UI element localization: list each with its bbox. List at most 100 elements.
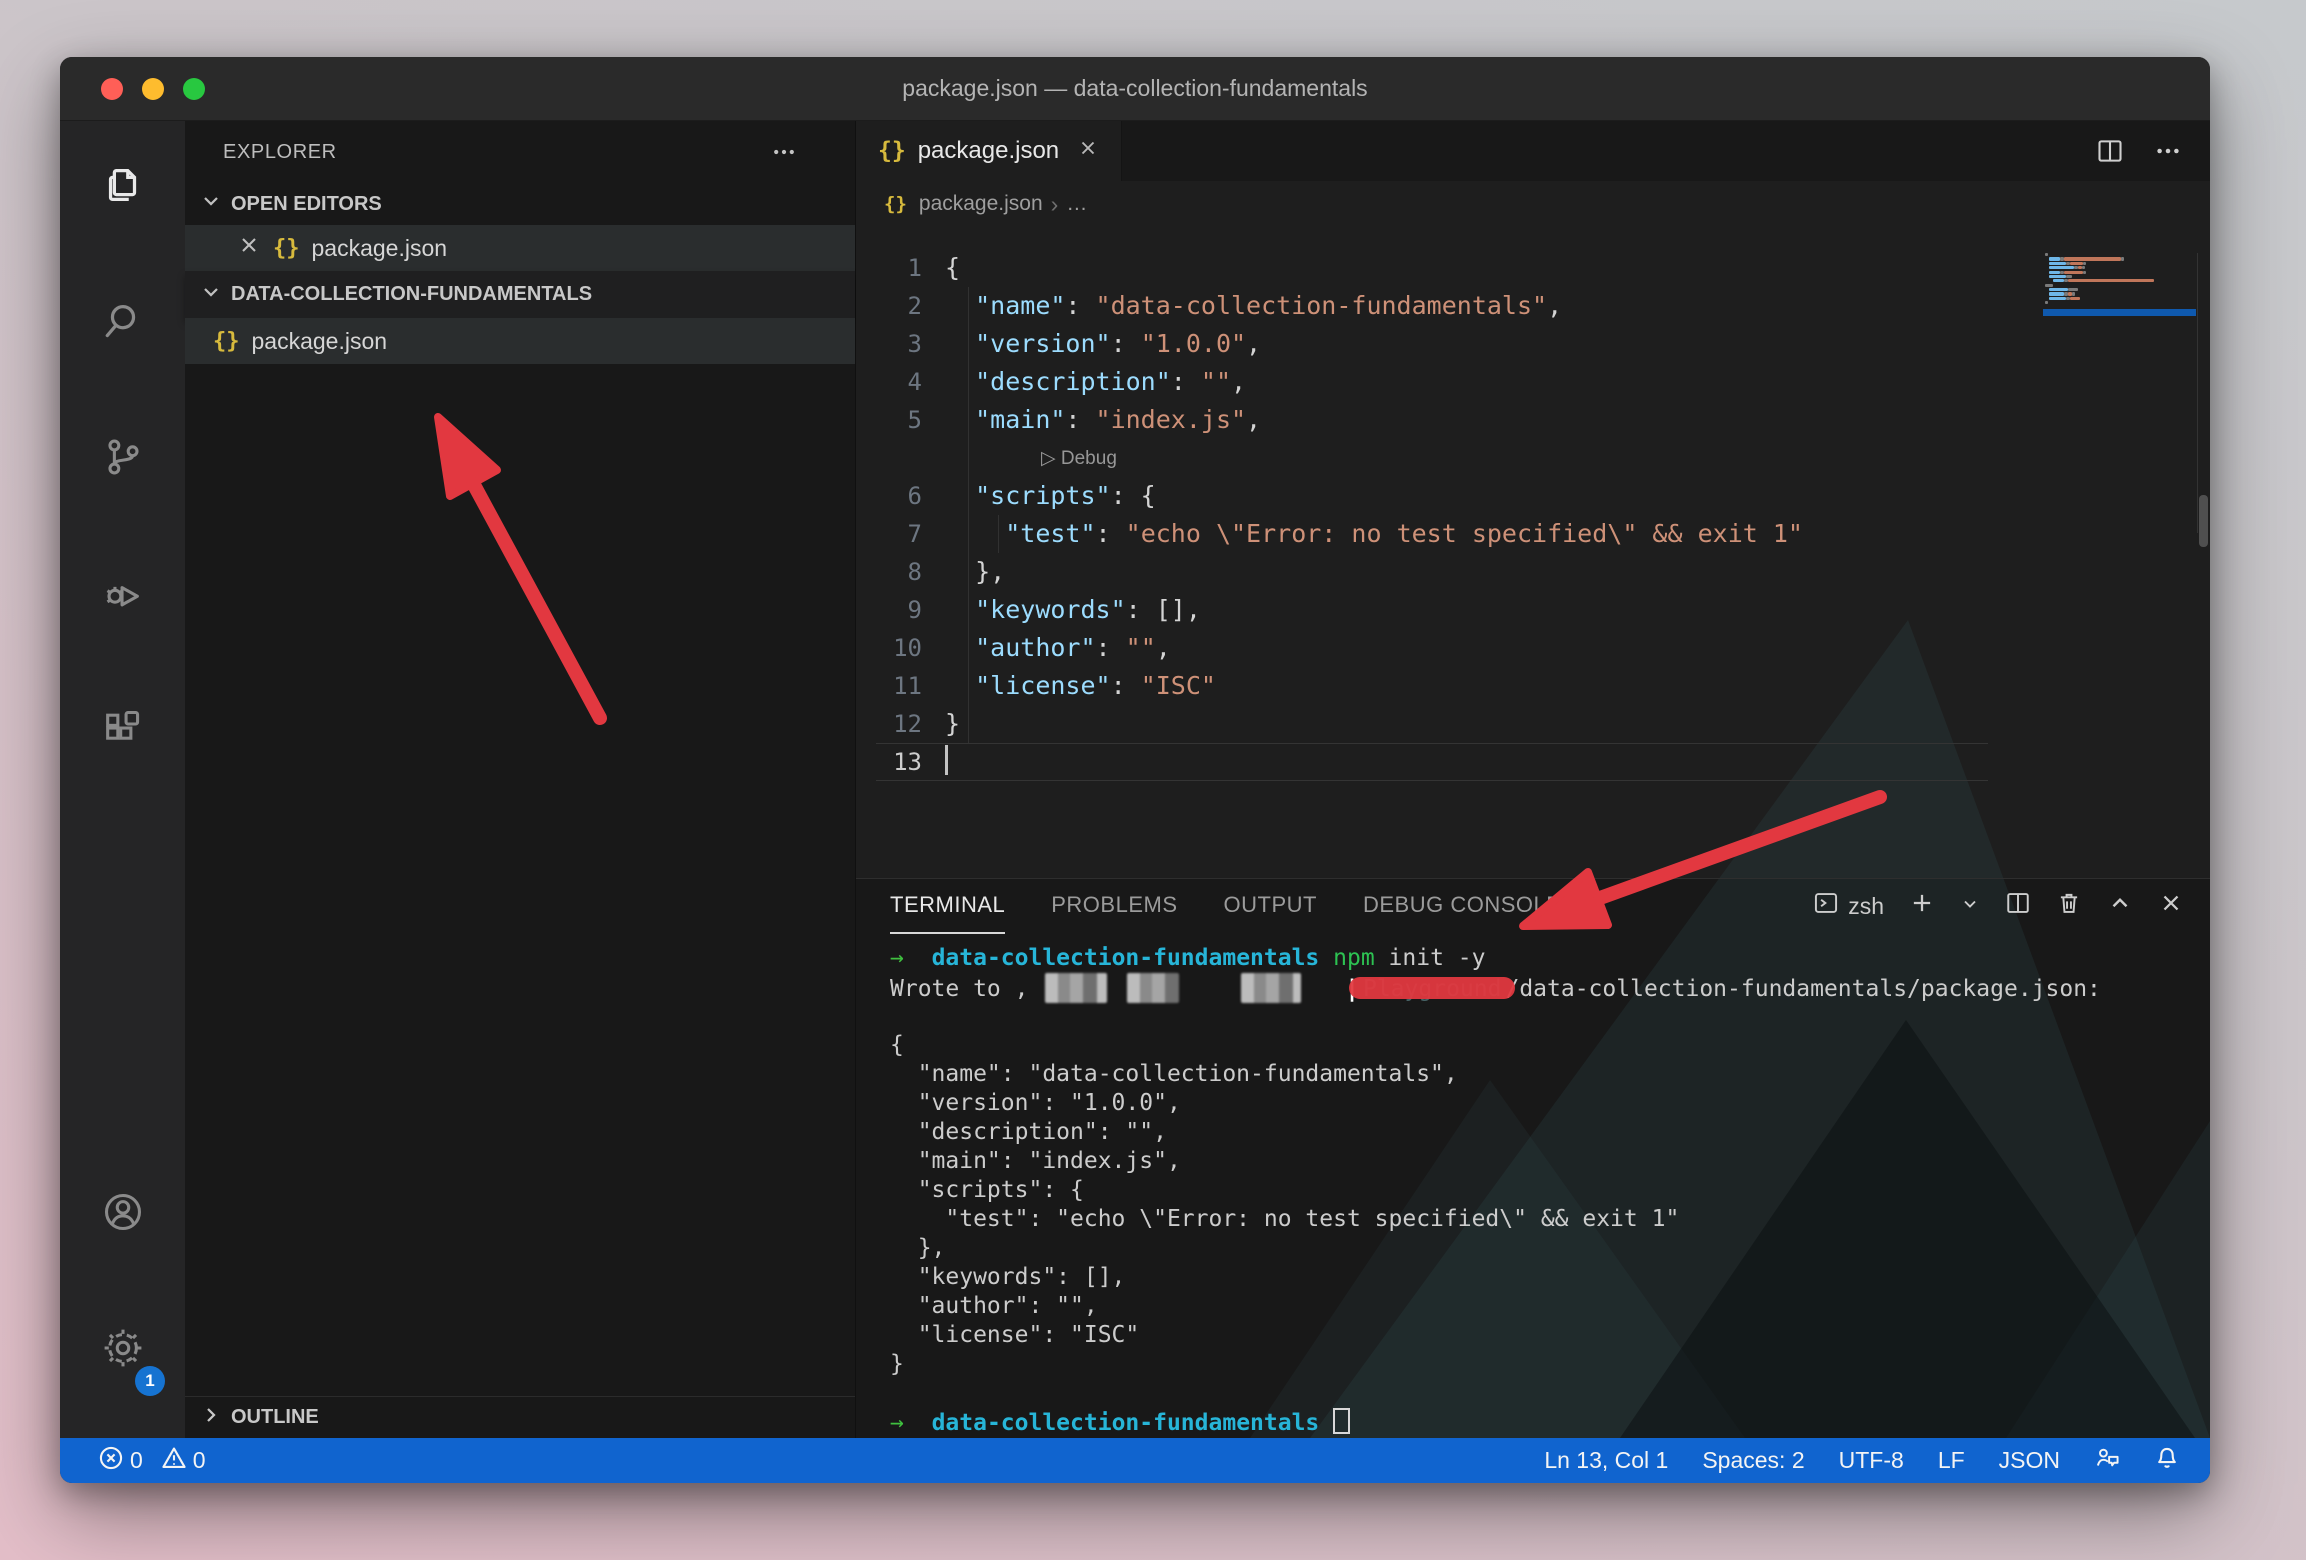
terminal-line: "main": "index.js", (890, 1147, 2210, 1176)
codelens-debug-action[interactable]: ▷ Debug (1041, 439, 1117, 477)
window-titlebar[interactable]: package.json — data-collection-fundament… (60, 57, 2210, 121)
code-line-2[interactable]: 2 "name": "data-collection-fundamentals"… (856, 287, 2210, 325)
breadcrumb-more[interactable]: … (1066, 192, 1087, 216)
status-label: Ln 13, Col 1 (1544, 1447, 1668, 1474)
activity-item-settings[interactable]: 1 (60, 1302, 185, 1398)
terminal-line: } (890, 1350, 2210, 1379)
terminal-line (890, 1379, 2210, 1408)
code-editor[interactable]: 1{2 "name": "data-collection-fundamental… (856, 227, 2210, 878)
code-line-11[interactable]: 11 "license": "ISC" (856, 667, 2210, 705)
terminal-line (890, 1002, 2210, 1031)
file-item-label: package.json (252, 328, 388, 355)
status-feedback[interactable] (2094, 1445, 2120, 1477)
activity-item-extensions[interactable] (60, 683, 185, 779)
new-terminal[interactable] (1909, 890, 1935, 922)
json-file-icon: {} (213, 329, 240, 354)
terminal-line: "name": "data-collection-fundamentals", (890, 1060, 2210, 1089)
activity-item-explorer[interactable] (60, 139, 185, 235)
tab-package-json[interactable]: {} package.json (856, 121, 1122, 181)
close-editor-icon[interactable] (237, 233, 263, 263)
minimap-line (2045, 279, 2195, 282)
code-text: } (945, 705, 960, 743)
code-text: "keywords": [], (945, 591, 1201, 629)
open-editors-header[interactable]: OPEN EDITORS (185, 183, 855, 225)
code-line-3[interactable]: 3 "version": "1.0.0", (856, 325, 2210, 363)
maximize-panel[interactable] (2107, 890, 2133, 922)
close-panel[interactable] (2158, 890, 2184, 922)
activity-item-source-control[interactable] (60, 411, 185, 507)
status-indentation[interactable]: Spaces: 2 (1702, 1447, 1804, 1474)
open-editor-item-package-json[interactable]: {} package.json (185, 225, 855, 271)
breadcrumb-separator: › (1051, 191, 1059, 218)
indent-guide (998, 515, 999, 553)
shell-label: zsh (1848, 893, 1884, 920)
activity-item-search[interactable] (60, 275, 185, 371)
panel-tab-output[interactable]: OUTPUT (1224, 878, 1317, 934)
code-line-13[interactable]: 13 (856, 743, 2210, 781)
minimap-line (2045, 257, 2195, 260)
json-file-icon: {} (884, 193, 907, 215)
close-icon (2158, 890, 2184, 922)
redaction-bar (1349, 977, 1515, 999)
scm-icon (100, 434, 146, 485)
split-editor-icon[interactable] (2096, 137, 2124, 165)
launch-profile[interactable] (1960, 893, 1980, 920)
minimap-line (2045, 292, 2195, 295)
code-line-5[interactable]: 5 "main": "index.js", (856, 401, 2210, 439)
panel-divider[interactable] (856, 878, 2210, 879)
line-number: 2 (856, 287, 922, 325)
code-text: "author": "", (945, 629, 1171, 667)
activity-item-accounts[interactable] (60, 1166, 185, 1262)
minimap-line (2045, 288, 2195, 291)
panel-header: TERMINAL PROBLEMS OUTPUT DEBUG CONSOLE zsh (856, 878, 2210, 934)
split-terminal[interactable] (2005, 890, 2031, 922)
kill-terminal[interactable] (2056, 890, 2082, 922)
minimap-line (2045, 275, 2195, 278)
close-tab-icon[interactable] (1077, 137, 1099, 166)
code-line-12[interactable]: 12} (856, 705, 2210, 743)
panel-tab-problems[interactable]: PROBLEMS (1051, 878, 1177, 934)
status-language-mode[interactable]: JSON (1999, 1447, 2060, 1474)
status-label: UTF-8 (1839, 1447, 1904, 1474)
search-icon (100, 298, 146, 349)
more-actions-icon[interactable] (2154, 137, 2182, 165)
status-eol[interactable]: LF (1938, 1447, 1965, 1474)
editor-scrollbar-thumb[interactable] (2199, 495, 2208, 547)
breadcrumb[interactable]: {} package.json › … (856, 181, 2210, 227)
status-label: Spaces: 2 (1702, 1447, 1804, 1474)
settings-badge: 1 (135, 1366, 165, 1396)
minimap[interactable] (2045, 253, 2195, 310)
more-actions-icon[interactable] (771, 139, 797, 165)
code-line-10[interactable]: 10 "author": "", (856, 629, 2210, 667)
minimap-line (2045, 284, 2195, 287)
folder-section-header[interactable]: DATA-COLLECTION-FUNDAMENTALS (185, 271, 855, 318)
terminal-icon (1813, 890, 1839, 922)
status-encoding[interactable]: UTF-8 (1839, 1447, 1904, 1474)
activity-item-run-and-debug[interactable] (60, 547, 185, 643)
terminal[interactable]: → data-collection-fundamentals npm init … (856, 934, 2210, 1437)
terminal-line: { (890, 1031, 2210, 1060)
panel-tab-terminal[interactable]: TERMINAL (890, 878, 1005, 934)
bottom-panel: TERMINALPROBLEMSOUTPUTDEBUG CONSOLE zsh … (856, 878, 2210, 1438)
shell-indicator[interactable]: zsh (1813, 890, 1884, 922)
code-line-1[interactable]: 1{ (856, 249, 2210, 287)
code-text: "version": "1.0.0", (945, 325, 1261, 363)
code-text: }, (945, 553, 1005, 591)
outline-section-header[interactable]: OUTLINE (185, 1396, 855, 1438)
panel-tab-debug-console[interactable]: DEBUG CONSOLE (1363, 878, 1561, 934)
status-notifications[interactable] (2154, 1445, 2180, 1477)
status-cursor-position[interactable]: Ln 13, Col 1 (1544, 1447, 1668, 1474)
outline-label: OUTLINE (231, 1406, 319, 1429)
code-line-8[interactable]: 8 }, (856, 553, 2210, 591)
file-item-package-json[interactable]: {} package.json (185, 318, 855, 364)
code-line-6[interactable]: 6 "scripts": { (856, 477, 2210, 515)
line-number: 3 (856, 325, 922, 363)
current-line-border (876, 743, 1988, 781)
code-line-4[interactable]: 4 "description": "", (856, 363, 2210, 401)
code-line-9[interactable]: 9 "keywords": [], (856, 591, 2210, 629)
breadcrumb-file[interactable]: package.json (919, 192, 1043, 216)
terminal-line: "author": "", (890, 1292, 2210, 1321)
code-line-7[interactable]: 7 "test": "echo \"Error: no test specifi… (856, 515, 2210, 553)
chevron-down-icon (1960, 893, 1980, 920)
problems-status[interactable]: 00 (98, 1445, 206, 1477)
